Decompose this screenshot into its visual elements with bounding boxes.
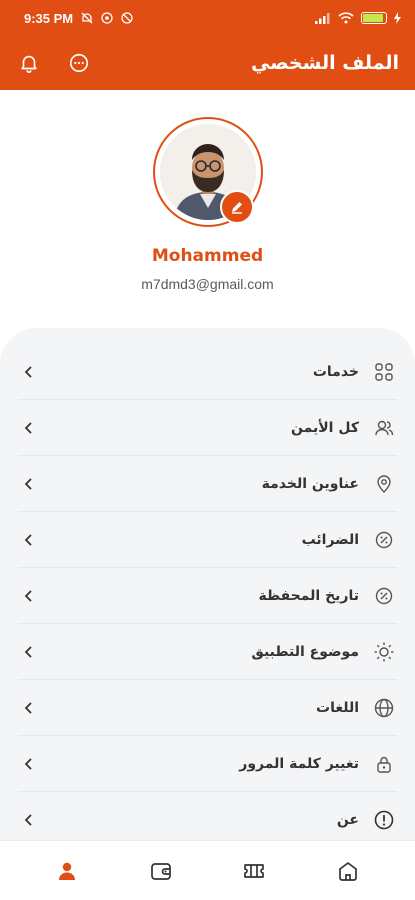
info-icon [373, 809, 395, 831]
chevron-left-icon [24, 533, 32, 546]
bottom-navigation [0, 840, 415, 900]
user-email: m7dmd3@gmail.com [141, 276, 274, 292]
menu-item-taxes[interactable]: الضرائب [18, 512, 397, 568]
chevron-left-icon [24, 757, 32, 770]
menu-item-change-password[interactable]: تغيير كلمة المرور [18, 736, 397, 792]
menu-item-wallet-history[interactable]: تاريخ المحفظة [18, 568, 397, 624]
pencil-icon [232, 202, 242, 214]
bell-icon[interactable] [16, 50, 42, 76]
lock-icon [373, 753, 395, 775]
charging-icon [394, 12, 401, 24]
nav-tickets[interactable] [234, 851, 274, 891]
wallet-history-icon [373, 585, 395, 607]
menu-item-all-right[interactable]: كل الأيمن [18, 400, 397, 456]
chevron-left-icon [24, 589, 32, 602]
menu-item-label: تغيير كلمة المرور [239, 755, 359, 772]
menu-item-label: عناوين الخدمة [261, 475, 359, 492]
app-bar: الملف الشخصي [0, 36, 415, 90]
menu-item-service-addresses[interactable]: عناوين الخدمة [18, 456, 397, 512]
menu-item-label: خدمات [312, 363, 359, 380]
home-icon [339, 861, 357, 881]
chevron-left-icon [24, 701, 32, 714]
location-pin-icon [373, 473, 395, 495]
chevron-left-icon [24, 421, 32, 434]
chevron-left-icon [24, 365, 32, 378]
whatsapp-icon [101, 12, 113, 24]
profile-header: Mohammed m7dmd3@gmail.com [0, 90, 415, 330]
nav-wallet[interactable] [141, 851, 181, 891]
signal-icon [315, 13, 330, 24]
tax-icon [373, 529, 395, 551]
menu-item-label: الضرائب [301, 531, 359, 548]
battery-icon [361, 12, 387, 24]
menu-item-services[interactable]: خدمات [18, 344, 397, 400]
status-time: 9:35 PM [24, 10, 74, 26]
edit-avatar-button[interactable] [220, 190, 254, 224]
menu-item-label: موضوع التطبيق [251, 643, 359, 660]
chat-icon[interactable] [66, 50, 92, 76]
page-title: الملف الشخصي [250, 52, 399, 74]
wallet-icon [150, 862, 171, 880]
menu-item-label: تاريخ المحفظة [258, 587, 359, 604]
ticket-icon [244, 863, 265, 878]
menu-item-label: كل الأيمن [291, 419, 359, 436]
menu-item-app-theme[interactable]: موضوع التطبيق [18, 624, 397, 680]
nav-home[interactable] [328, 851, 368, 891]
menu-item-label: اللغات [316, 699, 359, 716]
chevron-left-icon [24, 477, 32, 490]
profile-icon [58, 862, 75, 880]
user-name: Mohammed [151, 246, 264, 266]
status-bar: 9:35 PM [0, 0, 415, 36]
nav-profile[interactable] [47, 851, 87, 891]
globe-icon [373, 697, 395, 719]
menu-item-languages[interactable]: اللغات [18, 680, 397, 736]
menu-item-label: عن [336, 811, 359, 828]
chevron-left-icon [24, 645, 32, 658]
alarm-off-icon [81, 12, 93, 24]
sun-icon [373, 641, 395, 663]
chevron-left-icon [24, 813, 32, 826]
wifi-icon [338, 12, 354, 24]
menu-item-about[interactable]: عن [18, 792, 397, 840]
settings-menu: خدمات كل الأيمن عناوين الخدمة الضرائب تا… [0, 328, 415, 840]
sync-off-icon [121, 12, 133, 24]
users-icon [373, 417, 395, 439]
grid-icon [373, 361, 395, 383]
